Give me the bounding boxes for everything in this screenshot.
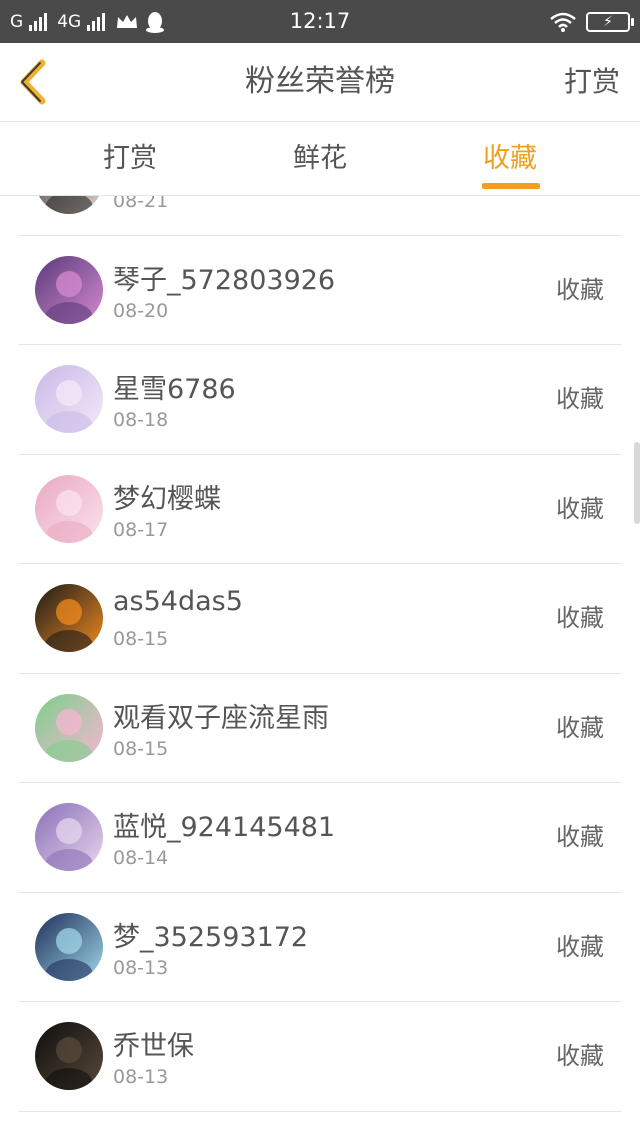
- status-right: ⚡: [550, 0, 634, 43]
- list-item[interactable]: 乔世保 08-13 收藏: [18, 1002, 622, 1112]
- favorite-date: 08-20: [113, 299, 169, 322]
- list-item[interactable]: 梦_352593172 08-13 收藏: [18, 893, 622, 1002]
- avatar[interactable]: [35, 1022, 103, 1090]
- fan-list[interactable]: 星尘景 08-21 收藏 琴子_572803926 08-20 收藏 星雪678…: [0, 196, 640, 1138]
- avatar[interactable]: [35, 912, 103, 981]
- user-name: as54das5: [113, 586, 243, 617]
- action-label: 收藏: [556, 1042, 604, 1070]
- reward-button[interactable]: 打赏: [564, 43, 620, 121]
- user-name: 乔世保: [113, 1031, 194, 1062]
- top-app-bar: 粉丝荣誉榜 打赏: [0, 43, 640, 122]
- user-name: 观看双子座流星雨: [113, 702, 329, 734]
- status-time: 12:17: [289, 9, 351, 33]
- avatar[interactable]: [35, 474, 103, 543]
- list-item[interactable]: 琴子_572803926 08-20 收藏: [18, 236, 622, 345]
- avatar[interactable]: [35, 584, 103, 652]
- action-label: 收藏: [556, 604, 604, 632]
- tab-reward[interactable]: 打赏: [70, 122, 190, 195]
- favorite-date: 08-13: [113, 956, 169, 979]
- battery-charging-icon: ⚡: [586, 11, 634, 32]
- page-title: 粉丝荣誉榜: [245, 64, 395, 99]
- status-bar: G 4G 12:17 ⚡: [0, 0, 640, 43]
- list-item[interactable]: as54das5 08-15 收藏: [18, 564, 622, 674]
- list-item[interactable]: 观看双子座流星雨 08-15 收藏: [18, 674, 622, 783]
- tab-flowers[interactable]: 鲜花: [260, 122, 380, 195]
- avatar[interactable]: [35, 255, 103, 324]
- favorite-date: 08-17: [113, 518, 169, 541]
- user-name: 蓝悦_924145481: [113, 812, 336, 843]
- list-item[interactable]: 梦幻樱蝶 08-17 收藏: [18, 455, 622, 564]
- avatar[interactable]: [35, 803, 103, 871]
- active-tab-indicator: [482, 183, 540, 189]
- favorite-date: 08-15: [113, 628, 169, 650]
- favorite-date: 08-21: [113, 196, 169, 212]
- avatar[interactable]: [35, 693, 103, 762]
- user-name: 星雪6786: [113, 374, 236, 405]
- list-item[interactable]: 蓝悦_924145481 08-14 收藏: [18, 783, 622, 893]
- list-item[interactable]: 星尘景 08-21 收藏: [18, 196, 622, 236]
- favorite-date: 08-13: [113, 1066, 169, 1088]
- user-name: 琴子_572803926: [113, 264, 336, 296]
- wifi-icon: [550, 12, 576, 32]
- action-label: 收藏: [556, 196, 604, 234]
- action-label: 收藏: [556, 932, 604, 961]
- avatar[interactable]: [35, 196, 103, 214]
- fan-list-content: 星尘景 08-21 收藏 琴子_572803926 08-20 收藏 星雪678…: [0, 196, 640, 1112]
- avatar[interactable]: [35, 365, 103, 433]
- favorite-date: 08-15: [113, 737, 169, 760]
- user-name: 梦幻樱蝶: [113, 483, 221, 515]
- favorite-date: 08-18: [113, 409, 169, 431]
- tab-bar: 打赏 鲜花 收藏: [0, 122, 640, 196]
- user-name: 梦_352593172: [113, 921, 309, 953]
- action-label: 收藏: [556, 275, 604, 304]
- action-label: 收藏: [556, 494, 604, 523]
- action-label: 收藏: [556, 713, 604, 742]
- scrollbar[interactable]: [634, 442, 640, 524]
- action-label: 收藏: [556, 823, 604, 851]
- favorite-date: 08-14: [113, 847, 169, 869]
- list-item[interactable]: 星雪6786 08-18 收藏: [18, 345, 622, 455]
- action-label: 收藏: [556, 385, 604, 413]
